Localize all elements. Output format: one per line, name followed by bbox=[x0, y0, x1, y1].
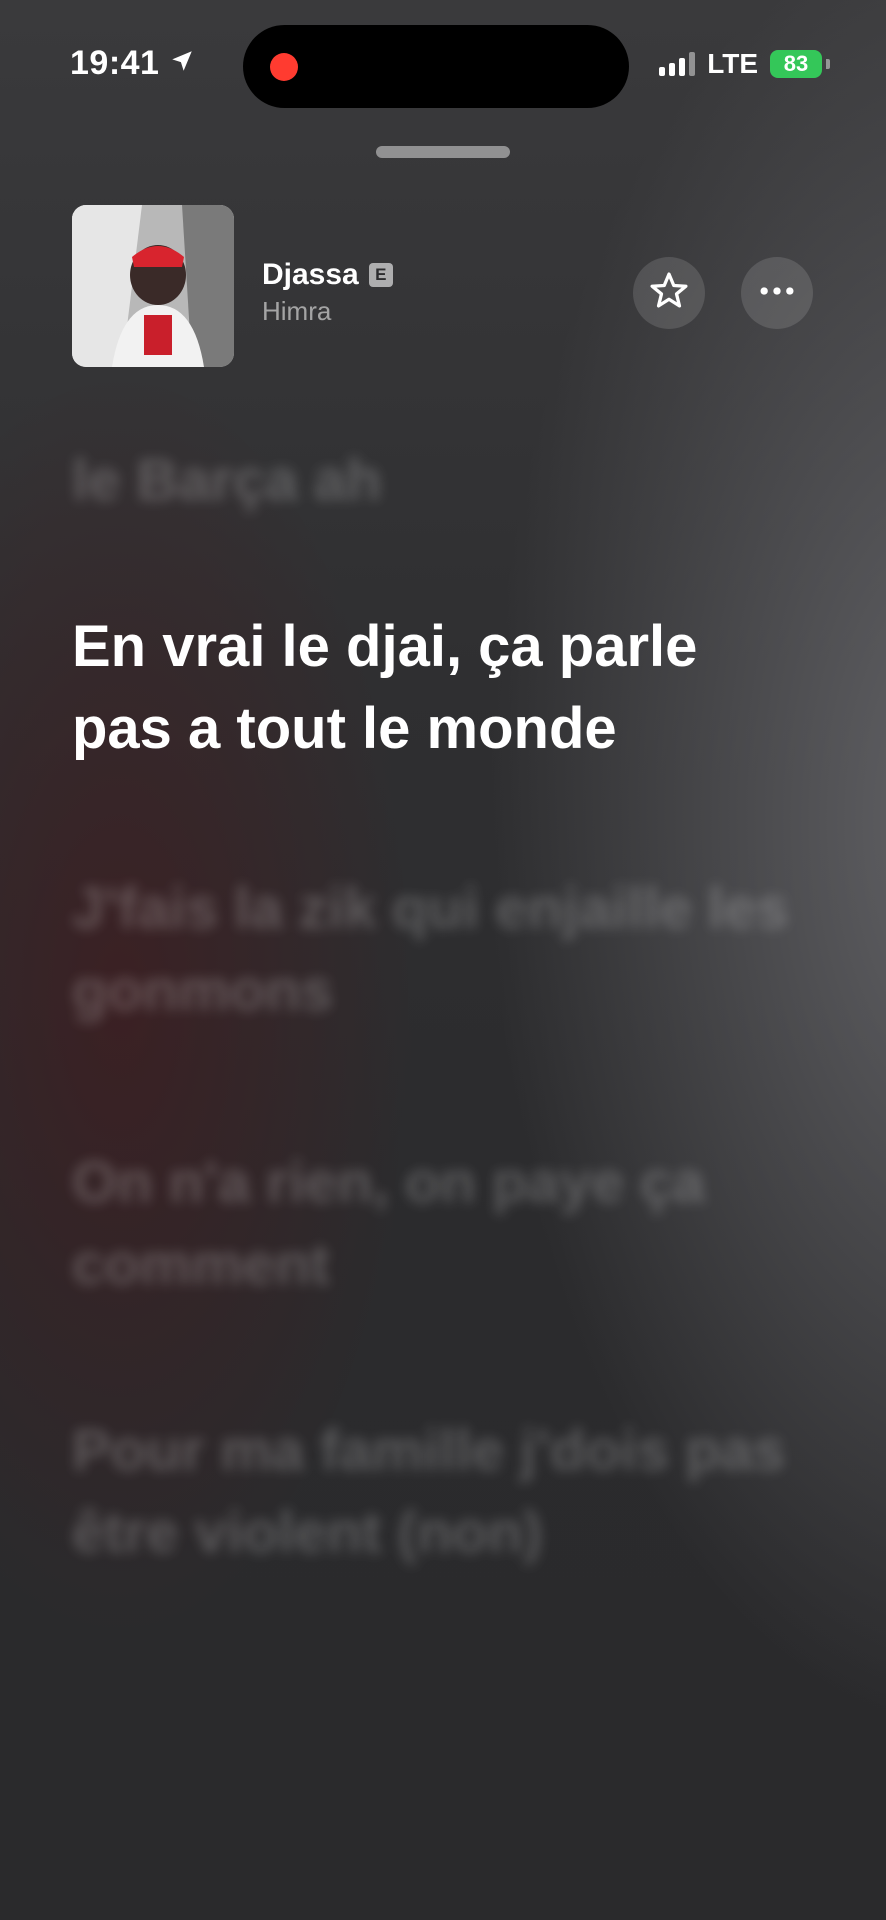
lyric-line[interactable]: J'fais la zik qui enjaille les gonmons bbox=[72, 868, 812, 1032]
status-time: 19:41 bbox=[70, 44, 195, 83]
artist-name[interactable]: Himra bbox=[262, 296, 331, 327]
lyric-line[interactable]: Pour ma famille j'dois pas être violent … bbox=[72, 1410, 812, 1574]
favorite-button[interactable] bbox=[633, 257, 705, 329]
more-icon bbox=[755, 269, 799, 318]
recording-indicator-icon bbox=[270, 53, 298, 81]
network-label: LTE bbox=[707, 48, 758, 79]
star-icon bbox=[647, 269, 691, 318]
song-title: Djassa bbox=[262, 258, 359, 291]
battery-level: 83 bbox=[783, 51, 809, 76]
location-arrow-icon bbox=[169, 44, 195, 83]
time-label: 19:41 bbox=[70, 44, 160, 82]
lyric-line-previous[interactable]: le Barça ah bbox=[72, 440, 812, 522]
album-artwork[interactable] bbox=[72, 205, 234, 367]
battery-icon: 83 bbox=[770, 50, 822, 78]
sheet-grabber[interactable] bbox=[376, 146, 510, 158]
dynamic-island bbox=[243, 25, 629, 108]
lyric-line-current[interactable]: En vrai le djai, ça parle pas a tout le … bbox=[72, 606, 812, 770]
battery-nub bbox=[826, 59, 830, 69]
lyrics-screen: 19:41 LTE 83 Djassa E Himra le Barça ah … bbox=[0, 0, 886, 1920]
lyric-line[interactable]: On n'a rien, on paye ça comment bbox=[72, 1142, 812, 1306]
status-indicators: LTE 83 bbox=[659, 48, 830, 80]
more-button[interactable] bbox=[741, 257, 813, 329]
song-title-row: Djassa E bbox=[262, 258, 393, 292]
signal-icon bbox=[659, 52, 696, 76]
explicit-badge: E bbox=[368, 263, 393, 287]
